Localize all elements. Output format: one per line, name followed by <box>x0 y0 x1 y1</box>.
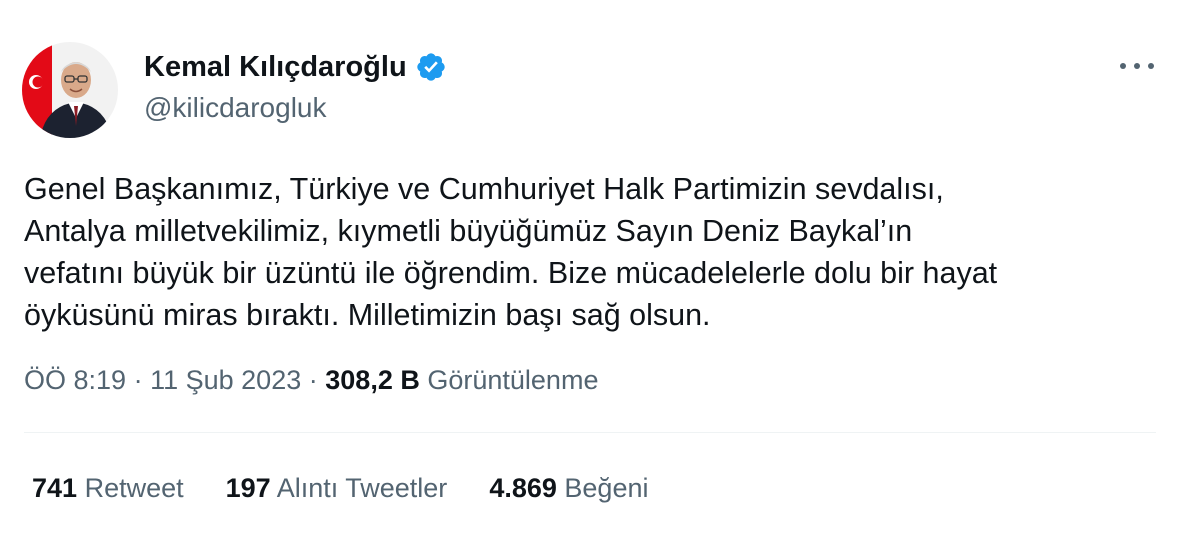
retweets-stat[interactable]: 741 Retweet <box>32 470 184 506</box>
likes-count: 4.869 <box>489 473 557 503</box>
author-handle[interactable]: @kilicdarogluk <box>144 91 327 125</box>
meta-separator: · <box>308 365 318 395</box>
tweet-time[interactable]: ÖÖ 8:19 <box>24 365 126 395</box>
author-display-name[interactable]: Kemal Kılıçdaroğlu <box>144 48 407 86</box>
tweet-text: Genel Başkanımız, Türkiye ve Cumhuriyet … <box>24 172 998 332</box>
avatar-image <box>22 42 118 138</box>
quote-tweets-count: 197 <box>225 473 271 503</box>
more-options-icon[interactable] <box>1120 54 1154 78</box>
tweet-date[interactable]: 11 Şub 2023 <box>150 365 301 395</box>
retweets-count: 741 <box>32 473 78 503</box>
verified-badge-icon <box>415 51 447 83</box>
likes-stat[interactable]: 4.869 Beğeni <box>489 470 648 506</box>
divider <box>24 432 1156 433</box>
views-count[interactable]: 308,2 B <box>325 365 420 395</box>
tweet-meta: ÖÖ 8:19 · 11 Şub 2023 · 308,2 B Görüntül… <box>24 362 598 398</box>
quote-tweets-stat[interactable]: 197 Alıntı Tweetler <box>226 470 448 506</box>
engagement-stats: 741 Retweet 197 Alıntı Tweetler 4.869 Be… <box>32 470 690 506</box>
retweets-label: Retweet <box>84 473 184 503</box>
quote-tweets-label: Alıntı Tweetler <box>276 473 448 503</box>
avatar[interactable] <box>22 42 118 138</box>
likes-label: Beğeni <box>564 473 649 503</box>
views-label[interactable]: Görüntülenme <box>427 365 598 395</box>
meta-separator: · <box>133 365 143 395</box>
tweet-card: Kemal Kılıçdaroğlu @kilicdarogluk Genel … <box>0 0 1192 534</box>
author-name-row[interactable]: Kemal Kılıçdaroğlu <box>144 48 447 86</box>
